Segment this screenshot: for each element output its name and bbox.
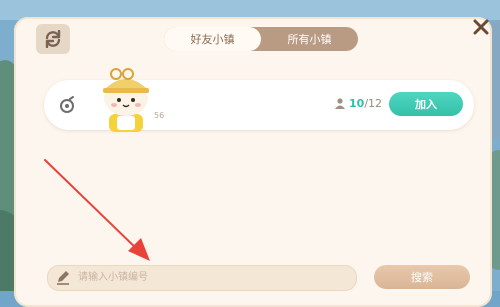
- town-filter-tabs: 好友小镇 所有小镇: [164, 27, 358, 51]
- refresh-icon: [45, 30, 61, 48]
- members-current: 10: [349, 96, 365, 110]
- tab-all-towns[interactable]: 所有小镇: [261, 27, 358, 51]
- close-button[interactable]: [466, 12, 496, 42]
- town-id-input[interactable]: [78, 268, 338, 286]
- members-max: /12: [364, 96, 383, 110]
- swirl-icon: [60, 96, 74, 113]
- town-list-panel: [14, 17, 492, 307]
- person-icon: [335, 98, 345, 109]
- tab-friend-towns[interactable]: 好友小镇: [164, 27, 261, 51]
- town-owner-avatar: [103, 68, 149, 132]
- pencil-icon: [57, 271, 69, 285]
- join-button[interactable]: 加入: [389, 92, 463, 116]
- member-count: 10/12: [334, 96, 382, 110]
- town-level: 56: [154, 111, 165, 120]
- refresh-button[interactable]: [36, 24, 70, 54]
- search-button[interactable]: 搜索: [374, 265, 470, 289]
- close-icon: [473, 19, 489, 35]
